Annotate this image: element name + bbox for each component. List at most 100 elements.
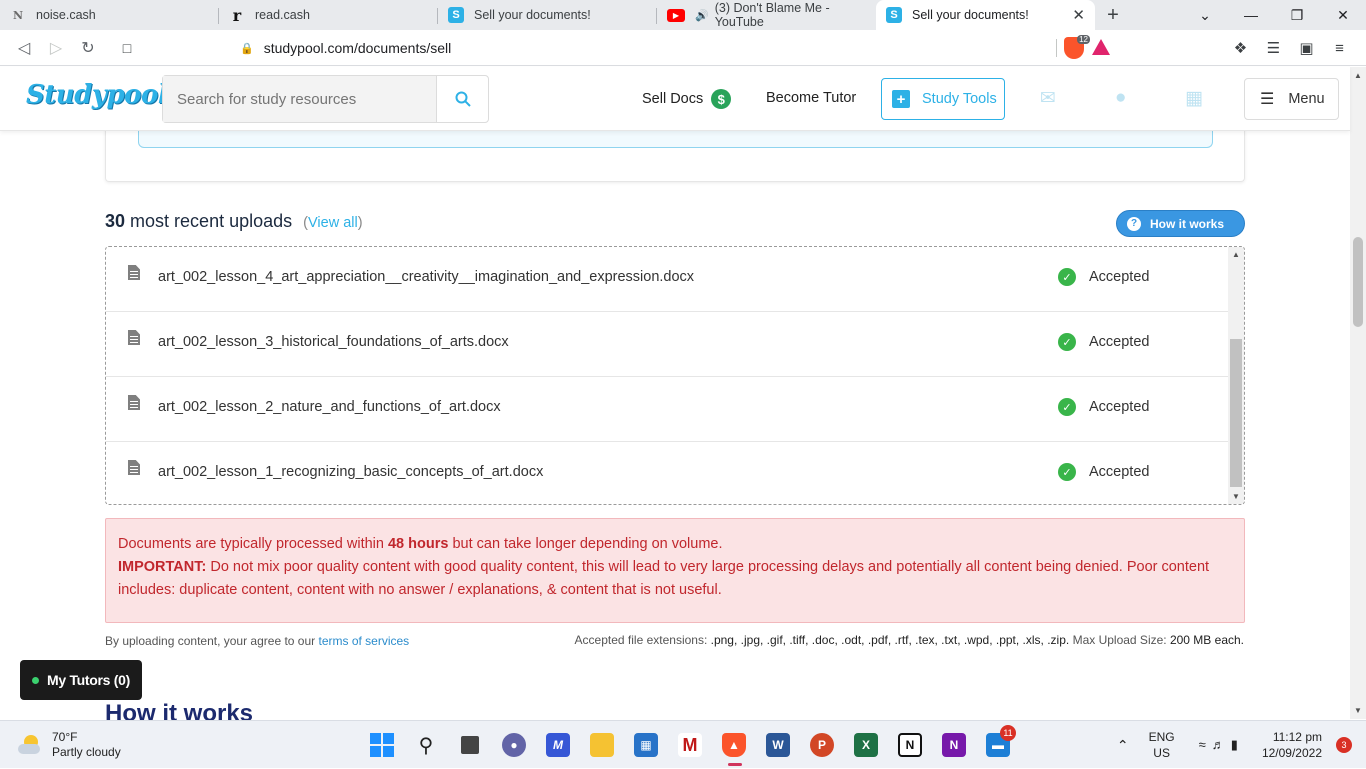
sell-docs-link[interactable]: Sell Docs $ bbox=[642, 89, 732, 109]
scroll-down-arrow-icon[interactable]: ▼ bbox=[1232, 492, 1240, 501]
new-tab-icon[interactable]: + bbox=[1095, 4, 1131, 27]
become-tutor-link[interactable]: Become Tutor bbox=[766, 90, 856, 106]
upload-filename: art_002_lesson_4_art_appreciation__creat… bbox=[158, 269, 695, 285]
address-bar[interactable]: 🔒 studypool.com/documents/sell 12 bbox=[240, 34, 1130, 62]
task-view-button[interactable] bbox=[448, 729, 492, 761]
weather-widget[interactable]: 70°F Partly cloudy bbox=[18, 730, 121, 760]
browser-tab[interactable]: S Sell your documents! bbox=[438, 0, 657, 30]
brave-browser-button[interactable]: ▲ bbox=[712, 729, 756, 766]
scroll-up-arrow-icon[interactable]: ▲ bbox=[1232, 250, 1240, 259]
browser-menu-icon[interactable]: ≡ bbox=[1323, 40, 1356, 57]
how-it-works-label: How it works bbox=[1150, 216, 1225, 231]
back-icon[interactable]: ◁ bbox=[8, 38, 40, 58]
onenote-icon: N bbox=[942, 733, 966, 757]
browser-toolbar: ◁ ▷ ↻ □ 🔒 studypool.com/documents/sell 1… bbox=[0, 30, 1366, 66]
sell-docs-label: Sell Docs bbox=[642, 91, 704, 107]
list-item[interactable]: art_002_lesson_3_historical_foundations_… bbox=[106, 312, 1228, 377]
study-tools-label: Study Tools bbox=[922, 91, 997, 107]
search-input[interactable]: Search for study resources bbox=[163, 76, 436, 122]
notice-important-label: IMPORTANT: bbox=[118, 559, 207, 575]
view-all-link[interactable]: View all bbox=[308, 215, 358, 231]
read-cash-favicon-icon: r bbox=[232, 5, 242, 25]
playlist-icon[interactable]: ☰ bbox=[1257, 39, 1290, 57]
store-button[interactable]: ▦ bbox=[624, 729, 668, 761]
tab-search-chevron-icon[interactable]: ⌄ bbox=[1182, 7, 1228, 24]
taskbar-search-button[interactable]: ⚲ bbox=[404, 729, 448, 761]
browser-tab[interactable]: ▶ 🔊 (3) Don't Blame Me - YouTube bbox=[657, 0, 876, 30]
excel-icon: X bbox=[854, 733, 878, 757]
mcafee-button[interactable]: M bbox=[668, 729, 712, 761]
reload-icon[interactable]: ↻ bbox=[72, 38, 104, 58]
mail-icon[interactable]: ✉ bbox=[1040, 87, 1056, 110]
notion-button[interactable]: N bbox=[888, 729, 932, 761]
close-tab-icon[interactable]: ✕ bbox=[1072, 6, 1085, 24]
url-text[interactable]: studypool.com/documents/sell bbox=[264, 40, 452, 56]
maximize-icon[interactable]: ❐ bbox=[1274, 7, 1320, 24]
notion-icon: N bbox=[898, 733, 922, 757]
studypool-logo[interactable]: Studypool bbox=[26, 80, 168, 110]
list-item[interactable]: art_002_lesson_2_nature_and_functions_of… bbox=[106, 377, 1228, 442]
language-indicator[interactable]: ENG US bbox=[1149, 729, 1175, 761]
upload-status: Accepted bbox=[1089, 269, 1150, 285]
browser-tab[interactable]: r read.cash bbox=[219, 0, 438, 30]
my-tutors-label: My Tutors (0) bbox=[47, 672, 130, 688]
extensions-icon[interactable]: ❖ bbox=[1224, 39, 1257, 57]
terms-of-service-link[interactable]: terms of services bbox=[318, 634, 409, 648]
chat-button[interactable]: ● bbox=[492, 729, 536, 761]
wallet-icon[interactable]: ▣ bbox=[1290, 39, 1323, 57]
bell-icon[interactable]: ● bbox=[1115, 87, 1126, 109]
file-explorer-button[interactable] bbox=[580, 729, 624, 761]
wifi-volume-battery-icons[interactable]: ≈♬▮ bbox=[1199, 737, 1244, 753]
brave-rewards-icon[interactable] bbox=[1092, 39, 1110, 55]
minimize-icon[interactable]: — bbox=[1228, 7, 1274, 23]
browser-tab[interactable]: N noise.cash bbox=[0, 0, 219, 30]
site-header: Studypool Search for study resources Sel… bbox=[0, 67, 1350, 131]
search-button[interactable] bbox=[436, 76, 488, 122]
hamburger-icon: ☰ bbox=[1260, 91, 1275, 108]
how-it-works-button[interactable]: ? How it works bbox=[1116, 210, 1245, 237]
scroll-up-arrow-icon[interactable]: ▲ bbox=[1354, 71, 1362, 80]
shield-count-badge: 12 bbox=[1077, 35, 1090, 44]
study-tools-button[interactable]: + Study Tools bbox=[881, 78, 1005, 120]
online-dot-icon bbox=[32, 676, 39, 684]
clock[interactable]: 11:12 pm 12/09/2022 bbox=[1262, 729, 1322, 761]
bookmark-icon[interactable]: □ bbox=[116, 40, 138, 56]
folder-icon bbox=[590, 733, 614, 757]
list-item[interactable]: art_002_lesson_1_recognizing_basic_conce… bbox=[106, 442, 1228, 504]
youtube-favicon-icon: ▶ bbox=[667, 8, 685, 22]
list-scrollbar[interactable]: ▲ ▼ bbox=[1228, 247, 1244, 504]
lock-icon[interactable]: 🔒 bbox=[240, 42, 254, 55]
upload-filename: art_002_lesson_3_historical_foundations_… bbox=[158, 334, 509, 350]
app-pen[interactable]: M bbox=[536, 729, 580, 761]
start-button[interactable] bbox=[360, 729, 404, 761]
uploads-title-text: most recent uploads bbox=[130, 211, 293, 231]
powerpoint-icon: P bbox=[810, 733, 834, 757]
tab-title: (3) Don't Blame Me - YouTube bbox=[714, 1, 830, 29]
onenote-button[interactable]: N bbox=[932, 729, 976, 761]
list-scroll-thumb[interactable] bbox=[1230, 339, 1242, 487]
messaging-app-button[interactable]: ▬ 11 bbox=[976, 725, 1020, 761]
bank-icon[interactable]: ▦ bbox=[1185, 87, 1203, 110]
show-hidden-icons-chevron-icon[interactable]: ⌃ bbox=[1117, 737, 1129, 754]
word-button[interactable]: W bbox=[756, 729, 800, 761]
browser-tab-active[interactable]: S Sell your documents! ✕ bbox=[876, 0, 1095, 30]
notification-count-badge[interactable]: 3 bbox=[1336, 737, 1352, 753]
menu-button[interactable]: ☰ Menu bbox=[1244, 78, 1339, 120]
my-tutors-button[interactable]: My Tutors (0) bbox=[20, 660, 142, 700]
uploads-count: 30 bbox=[105, 211, 126, 231]
page-scrollbar[interactable]: ▲ ▼ bbox=[1350, 67, 1366, 719]
question-icon: ? bbox=[1127, 216, 1141, 231]
check-circle-icon: ✓ bbox=[1058, 333, 1076, 351]
speaker-icon[interactable]: 🔊 bbox=[695, 9, 709, 22]
processing-notice: Documents are typically processed within… bbox=[105, 518, 1245, 623]
powerpoint-button[interactable]: P bbox=[800, 729, 844, 761]
page-scroll-thumb[interactable] bbox=[1353, 237, 1363, 327]
temperature: 70°F bbox=[52, 730, 78, 744]
forward-icon[interactable]: ▷ bbox=[40, 38, 72, 58]
excel-button[interactable]: X bbox=[844, 729, 888, 761]
close-window-icon[interactable]: ✕ bbox=[1320, 7, 1366, 24]
upload-filename: art_002_lesson_1_recognizing_basic_conce… bbox=[158, 464, 544, 480]
scroll-down-arrow-icon[interactable]: ▼ bbox=[1354, 706, 1362, 715]
max-upload-size: 200 MB each. bbox=[1169, 633, 1244, 647]
list-item[interactable]: art_002_lesson_4_art_appreciation__creat… bbox=[106, 247, 1228, 312]
